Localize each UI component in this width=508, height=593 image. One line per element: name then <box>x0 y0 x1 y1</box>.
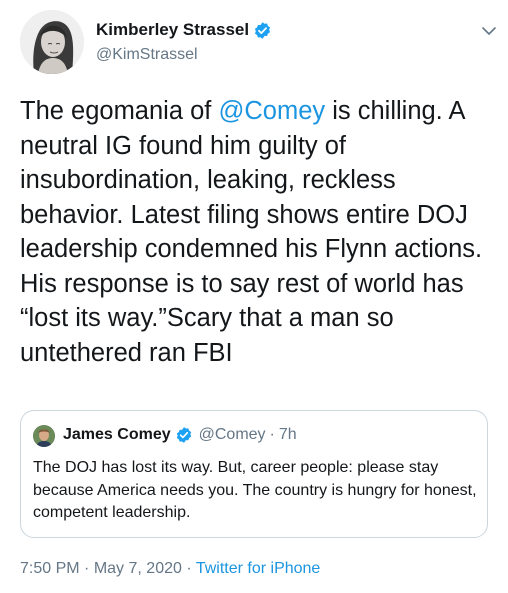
tweet-metadata: 7:50 PM · May 7, 2020 · Twitter for iPho… <box>20 560 320 578</box>
meta-separator: · <box>186 560 192 577</box>
author-name-row: Kimberley Strassel <box>96 20 272 40</box>
verified-badge-icon <box>253 21 272 40</box>
meta-separator: · <box>84 560 90 577</box>
tweet-text-rest: is chilling. A neutral IG found him guil… <box>20 97 483 367</box>
quoted-tweet-text: The DOJ has lost its way. But, career pe… <box>33 459 477 521</box>
tweet-date[interactable]: May 7, 2020 <box>94 560 182 577</box>
quoted-separator: · <box>269 426 275 443</box>
quoted-timestamp[interactable]: 7h <box>279 426 297 444</box>
chevron-down-icon[interactable] <box>480 22 498 40</box>
author-avatar[interactable] <box>20 10 84 74</box>
verified-badge-icon <box>175 426 193 444</box>
tweet-source-link[interactable]: Twitter for iPhone <box>196 560 321 577</box>
quoted-author-avatar[interactable] <box>33 425 55 447</box>
tweet-time[interactable]: 7:50 PM <box>20 560 80 577</box>
quoted-name-row: James Comey @Comey · 7h <box>63 426 297 444</box>
mention-link[interactable]: @Comey <box>218 97 325 125</box>
tweet-header: Kimberley Strassel @KimStrassel <box>20 10 498 74</box>
tweet-text: The egomania of @Comey is chilling. A ne… <box>20 94 490 370</box>
tweet-card: Kimberley Strassel @KimStrassel The egom… <box>0 0 508 593</box>
author-name[interactable]: Kimberley Strassel <box>96 20 249 40</box>
quoted-tweet[interactable]: James Comey @Comey · 7h The DOJ has lost… <box>20 410 488 538</box>
quoted-author-name[interactable]: James Comey <box>63 426 171 444</box>
author-handle[interactable]: @KimStrassel <box>96 46 198 64</box>
tweet-text-intro: The egomania of <box>20 97 219 125</box>
quoted-author-handle[interactable]: @Comey <box>199 426 266 444</box>
